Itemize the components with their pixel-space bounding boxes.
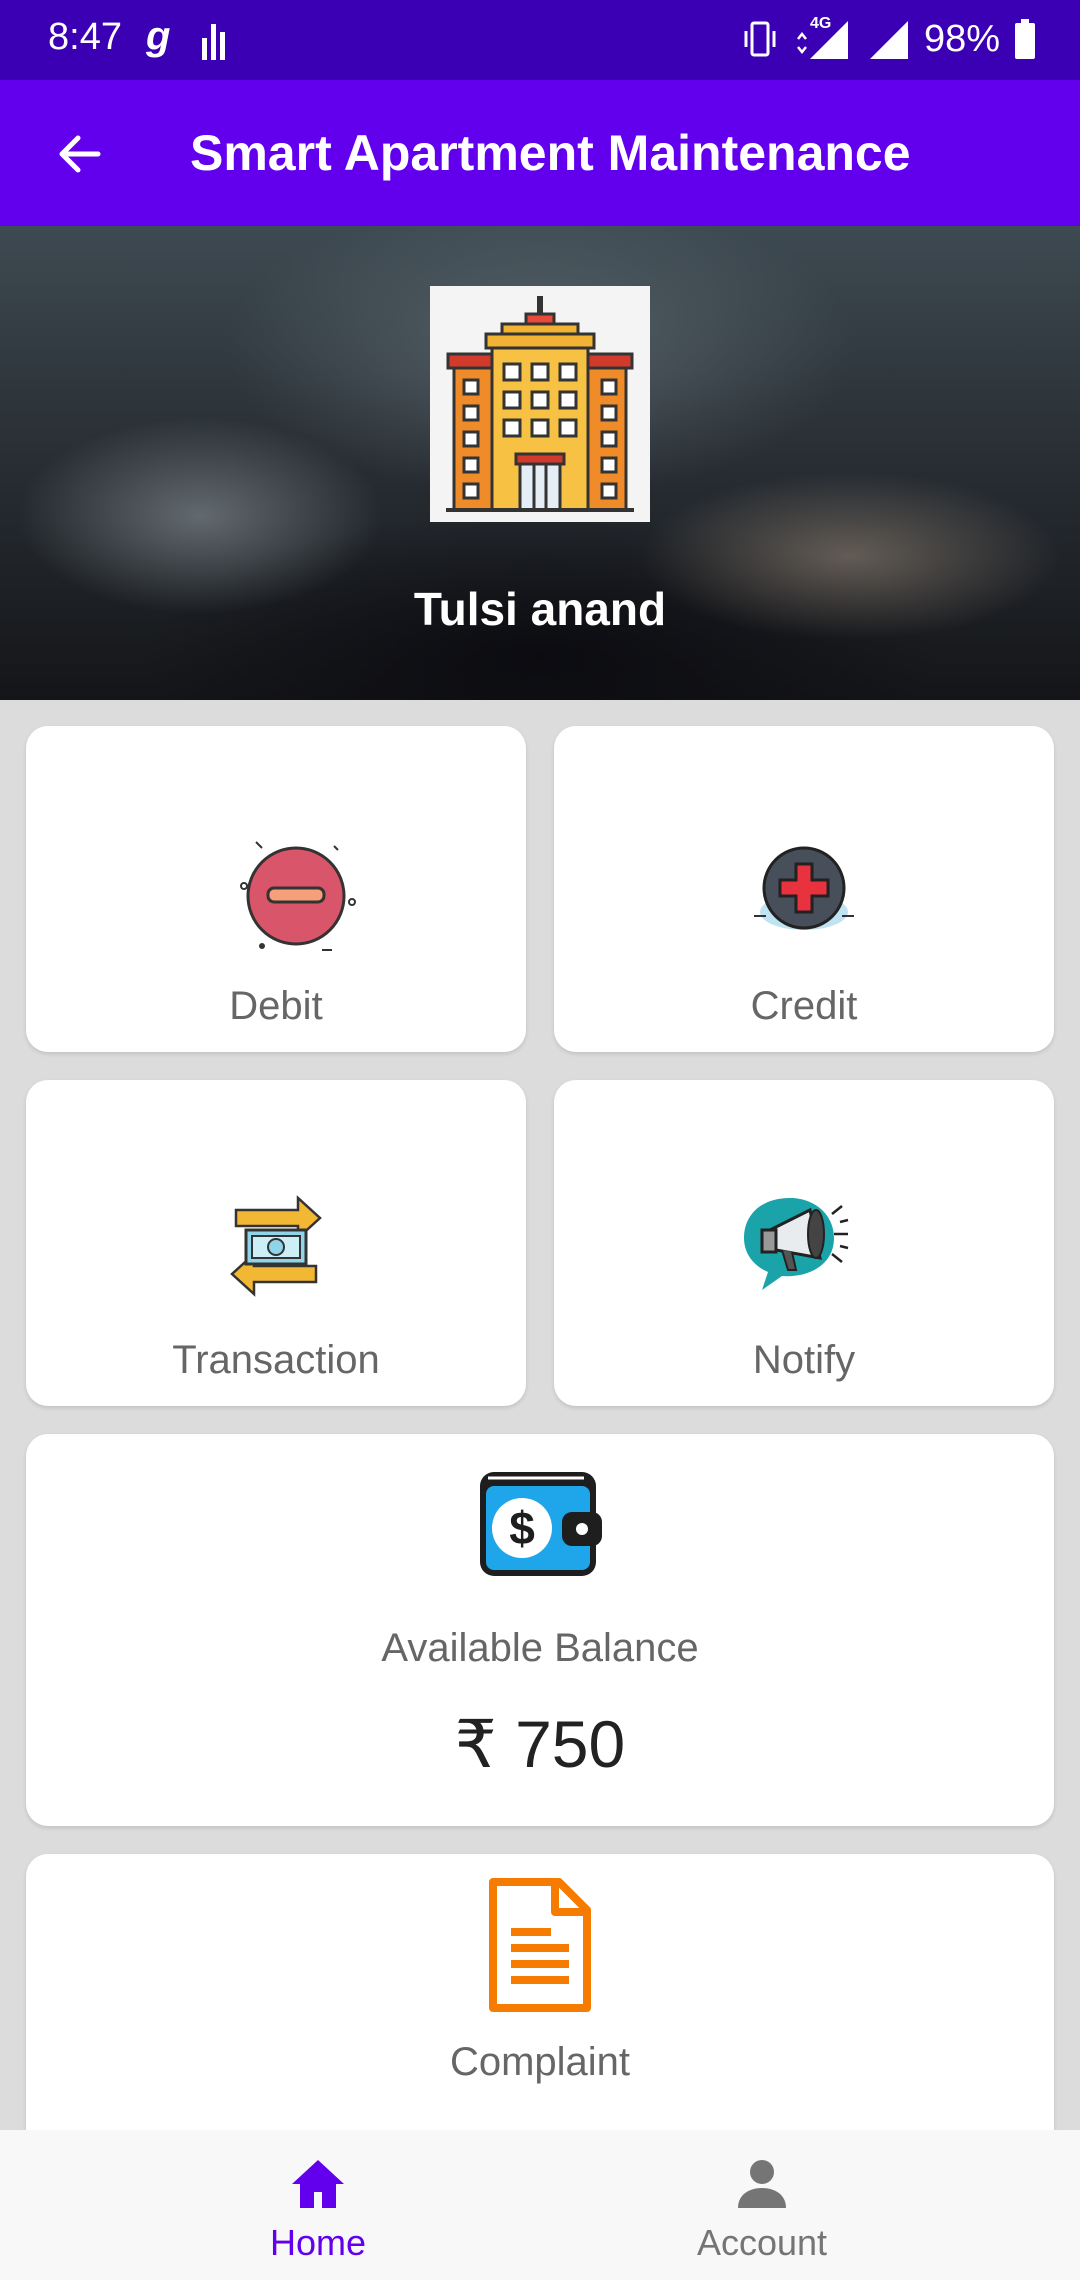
svg-text:$: $ bbox=[509, 1502, 535, 1554]
bottom-navigation: Home Account bbox=[0, 2130, 1080, 2280]
balance-label: Available Balance bbox=[381, 1626, 699, 1670]
cell-signal-icon bbox=[869, 21, 908, 59]
megaphone-icon bbox=[740, 1184, 866, 1304]
carrier-app-icon: g bbox=[146, 14, 171, 58]
plus-circle-icon bbox=[744, 826, 864, 946]
page-title: Smart Apartment Maintenance bbox=[190, 125, 911, 181]
profile-header: Tulsi anand bbox=[0, 226, 1080, 700]
money-transfer-icon bbox=[216, 1188, 336, 1308]
transaction-label: Transaction bbox=[172, 1338, 380, 1382]
vibrate-icon bbox=[744, 21, 776, 57]
apartment-building-icon bbox=[430, 286, 650, 522]
document-icon bbox=[480, 1878, 600, 2012]
complaint-card[interactable]: Complaint bbox=[26, 1854, 1054, 2154]
credit-label: Credit bbox=[750, 984, 858, 1028]
status-bar: 8:47 g 4G 98% bbox=[0, 0, 1080, 80]
home-icon bbox=[292, 2160, 344, 2208]
battery-percent: 98% bbox=[923, 17, 1000, 60]
activity-bars-icon bbox=[202, 24, 225, 60]
transaction-card[interactable]: Transaction bbox=[26, 1080, 526, 1406]
debit-label: Debit bbox=[229, 984, 323, 1028]
complaint-label: Complaint bbox=[449, 2040, 631, 2084]
wallet-icon: $ bbox=[470, 1464, 610, 1584]
minus-circle-icon bbox=[226, 826, 366, 966]
network-type-label: 4G bbox=[809, 15, 832, 32]
back-button[interactable] bbox=[40, 114, 120, 194]
battery-icon bbox=[1015, 19, 1035, 59]
status-time: 8:47 bbox=[48, 16, 122, 58]
app-bar: Smart Apartment Maintenance bbox=[0, 80, 1080, 226]
nav-label-home: Home bbox=[269, 2222, 367, 2263]
notify-label: Notify bbox=[752, 1338, 856, 1382]
person-icon bbox=[738, 2160, 786, 2208]
nav-label-account: Account bbox=[696, 2222, 828, 2263]
credit-card[interactable]: Credit bbox=[554, 726, 1054, 1052]
cell-signal-4g-icon: 4G bbox=[792, 15, 852, 61]
balance-card[interactable]: $ Available Balance ₹ 750 bbox=[26, 1434, 1054, 1826]
status-icons: 4G 98% bbox=[742, 14, 1036, 64]
user-name: Tulsi anand bbox=[413, 583, 667, 635]
nav-item-account[interactable]: Account bbox=[612, 2130, 912, 2280]
nav-item-home[interactable]: Home bbox=[168, 2130, 468, 2280]
arrow-back-icon bbox=[59, 135, 101, 173]
notify-card[interactable]: Notify bbox=[554, 1080, 1054, 1406]
debit-card[interactable]: Debit bbox=[26, 726, 526, 1052]
balance-amount: ₹ 750 bbox=[454, 1707, 626, 1781]
